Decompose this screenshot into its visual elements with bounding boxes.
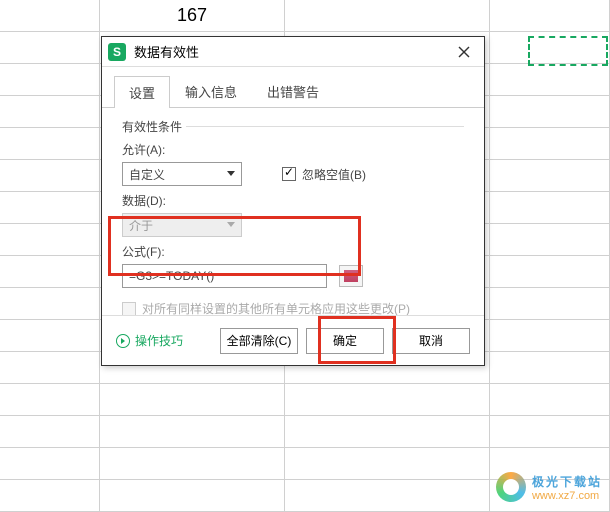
grid-cell[interactable]: [490, 0, 610, 31]
dialog-tabs: 设置 输入信息 出错警告: [102, 67, 484, 108]
ignore-blank-checkbox[interactable]: [282, 167, 296, 181]
allow-select-value: 自定义: [129, 166, 165, 183]
dialog-content: 有效性条件 允许(A): 自定义 忽略空值(B) 数据(D): 介于 公式(F)…: [102, 108, 484, 327]
criteria-fieldset-label: 有效性条件: [122, 118, 464, 135]
close-button[interactable]: [450, 41, 478, 63]
dialog-title: 数据有效性: [134, 42, 450, 61]
chevron-down-icon: [227, 222, 235, 227]
clear-all-button[interactable]: 全部清除(C): [220, 328, 298, 354]
app-icon: S: [108, 43, 126, 61]
tips-link[interactable]: 操作技巧: [116, 332, 212, 349]
watermark-icon: [496, 472, 526, 502]
data-validation-dialog: S 数据有效性 设置 输入信息 出错警告 有效性条件 允许(A): 自定义 忽略…: [101, 36, 485, 366]
formula-label: 公式(F):: [122, 243, 464, 260]
selection-marquee: [528, 36, 608, 66]
cancel-button[interactable]: 取消: [392, 328, 470, 354]
play-icon: [116, 334, 130, 348]
grid-cell[interactable]: [0, 0, 100, 31]
chevron-down-icon: [227, 171, 235, 176]
tab-error-alert[interactable]: 出错警告: [252, 75, 334, 107]
data-label: 数据(D):: [122, 192, 464, 209]
close-icon: [458, 46, 470, 58]
grid-cell[interactable]: 167: [100, 0, 285, 31]
dialog-footer: 操作技巧 全部清除(C) 确定 取消: [102, 315, 484, 365]
allow-select[interactable]: 自定义: [122, 162, 242, 186]
tab-input-message[interactable]: 输入信息: [170, 75, 252, 107]
watermark: 极光下载站 www.xz7.com: [496, 472, 602, 502]
range-picker-button[interactable]: [339, 265, 363, 287]
ok-button[interactable]: 确定: [306, 328, 384, 354]
dialog-titlebar[interactable]: S 数据有效性: [102, 37, 484, 67]
tips-label: 操作技巧: [135, 332, 183, 349]
watermark-url: www.xz7.com: [532, 490, 602, 502]
apply-all-checkbox: [122, 302, 136, 316]
range-picker-icon: [344, 270, 358, 282]
ignore-blank-label: 忽略空值(B): [302, 166, 366, 183]
data-select-value: 介于: [129, 217, 153, 234]
allow-label: 允许(A):: [122, 141, 464, 158]
formula-input[interactable]: =G3>=TODAY(): [122, 264, 327, 288]
data-select: 介于: [122, 213, 242, 237]
watermark-title: 极光下载站: [532, 473, 602, 490]
grid-cell[interactable]: [285, 0, 490, 31]
tab-settings[interactable]: 设置: [114, 76, 170, 108]
formula-value: =G3>=TODAY(): [129, 269, 214, 283]
